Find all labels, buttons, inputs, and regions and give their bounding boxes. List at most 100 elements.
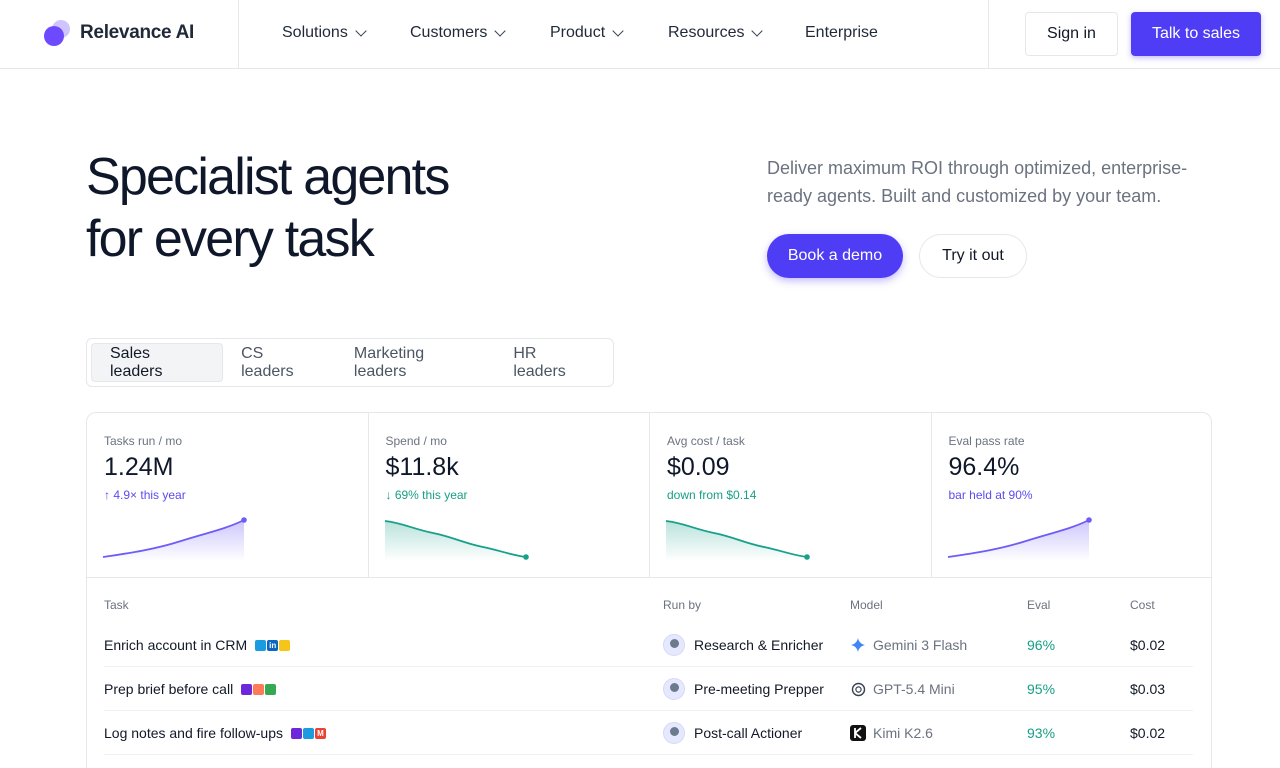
- tab-sales-leaders[interactable]: Sales leaders: [91, 343, 224, 382]
- column-header-task: Task: [104, 598, 129, 612]
- sign-in-button[interactable]: Sign in: [1025, 12, 1118, 56]
- table-row[interactable]: Prep brief before call Pre-meeting Prepp…: [104, 667, 1193, 711]
- agent-name: Pre-meeting Prepper: [694, 681, 824, 697]
- agent-name: Post-call Actioner: [694, 725, 803, 741]
- eval-score: 95%: [1027, 681, 1056, 697]
- stat-delta: ↑ 4.9× this year: [104, 488, 186, 502]
- menu-label: Solutions: [282, 24, 348, 41]
- main-menu: Solutions Customers Product Resources En…: [282, 24, 878, 42]
- sparkline-down: [665, 520, 810, 561]
- stat-delta: bar held at 90%: [948, 488, 1033, 502]
- menu-item-enterprise[interactable]: Enterprise: [805, 24, 878, 42]
- run-by-cell: Pre-meeting Prepper: [663, 667, 824, 711]
- stat-card-spend: Spend / mo $11.8k ↓ 69% this year: [369, 413, 650, 578]
- chevron-down-icon: [612, 25, 624, 37]
- table-row[interactable]: Log notes and fire follow-ups M Post-cal…: [104, 711, 1193, 755]
- gmail-icon: M: [315, 727, 326, 739]
- agent-avatar: [663, 678, 685, 700]
- task-cost: $0.02: [1130, 637, 1166, 653]
- apollo-icon: [279, 639, 291, 651]
- task-name: Log notes and fire follow-ups: [104, 725, 283, 741]
- integration-icons: in: [255, 639, 291, 651]
- agent-avatar: [663, 722, 685, 744]
- agent-name: Research & Enricher: [694, 637, 824, 653]
- kimi-icon: [850, 725, 866, 741]
- gong-icon: [241, 683, 253, 695]
- chevron-down-icon: [751, 25, 764, 37]
- menu-label: Resources: [668, 24, 745, 41]
- stats-row: Tasks run / mo 1.24M ↑ 4.9× this year Sp…: [87, 413, 1212, 578]
- menu-label: Customers: [410, 24, 488, 41]
- salesforce-icon: [255, 639, 267, 651]
- tab-marketing-leaders[interactable]: Marketing leaders: [336, 343, 495, 382]
- gemini-icon: [850, 637, 866, 653]
- salesforce-icon: [303, 727, 314, 739]
- hero-title: Specialist agents for every task: [86, 146, 450, 270]
- relevance-logo-icon: [44, 20, 70, 46]
- stat-value: $0.09: [667, 453, 730, 481]
- task-cost: $0.03: [1130, 681, 1166, 697]
- menu-label: Enterprise: [805, 24, 878, 41]
- run-by-cell: Research & Enricher: [663, 623, 823, 667]
- menu-item-resources[interactable]: Resources: [668, 24, 805, 42]
- sparkline-down: [384, 520, 529, 561]
- nav-divider: [988, 0, 989, 69]
- metrics-panel: Tasks run / mo 1.24M ↑ 4.9× this year Sp…: [86, 412, 1212, 768]
- task-cost: $0.02: [1130, 725, 1166, 741]
- menu-item-product[interactable]: Product: [550, 24, 668, 42]
- model-name: GPT-5.4 Mini: [873, 681, 955, 697]
- task-cell: Enrich account in CRM in: [104, 623, 291, 667]
- openai-icon: [850, 681, 866, 697]
- stat-delta: ↓ 69% this year: [385, 488, 468, 502]
- run-by-cell: Post-call Actioner: [663, 711, 802, 755]
- tab-hr-leaders[interactable]: HR leaders: [495, 343, 609, 382]
- chevron-down-icon: [494, 25, 507, 37]
- chevron-down-icon: [355, 25, 367, 37]
- stat-card-tasks: Tasks run / mo 1.24M ↑ 4.9× this year: [87, 413, 369, 578]
- sparkline-up: [102, 517, 247, 561]
- model-cell: Gemini 3 Flash: [850, 623, 967, 667]
- nav-divider: [238, 0, 239, 69]
- column-header-run-by: Run by: [663, 598, 702, 612]
- brand-name: Relevance AI: [80, 22, 194, 43]
- eval-score: 96%: [1027, 637, 1056, 653]
- column-header-cost: Cost: [1130, 598, 1155, 612]
- integration-icons: M: [291, 727, 326, 739]
- audience-tabs: Sales leaders CS leaders Marketing leade…: [86, 338, 614, 387]
- model-cell: Kimi K2.6: [850, 711, 933, 755]
- stat-label: Spend / mo: [385, 434, 447, 448]
- column-header-model: Model: [850, 598, 883, 612]
- gong-icon: [291, 727, 302, 739]
- task-name: Prep brief before call: [104, 681, 234, 697]
- hero-title-line: for every task: [86, 210, 375, 268]
- task-cell: Prep brief before call: [104, 667, 277, 711]
- menu-item-customers[interactable]: Customers: [410, 24, 550, 42]
- table-row[interactable]: Enrich account in CRM in Research & Enri…: [104, 623, 1193, 667]
- linkedin-icon: in: [267, 639, 279, 651]
- brand-logo-link[interactable]: Relevance AI: [44, 20, 194, 46]
- stat-card-eval: Eval pass rate 96.4% bar held at 90%: [932, 413, 1212, 578]
- sparkline-up: [947, 517, 1092, 561]
- model-name: Gemini 3 Flash: [873, 637, 968, 653]
- task-name: Enrich account in CRM: [104, 637, 248, 653]
- stat-delta: down from $0.14: [667, 488, 757, 502]
- stat-value: $11.8k: [385, 453, 459, 481]
- eval-score: 93%: [1027, 725, 1056, 741]
- task-cell: Log notes and fire follow-ups M: [104, 711, 326, 755]
- stat-label: Eval pass rate: [948, 434, 1025, 448]
- menu-item-solutions[interactable]: Solutions: [282, 24, 410, 42]
- talk-to-sales-button[interactable]: Talk to sales: [1131, 12, 1261, 56]
- try-it-out-button[interactable]: Try it out: [919, 234, 1027, 278]
- tab-cs-leaders[interactable]: CS leaders: [223, 343, 336, 382]
- hero-subtitle: Deliver maximum ROI through optimized, e…: [767, 158, 1188, 206]
- column-header-eval: Eval: [1027, 598, 1051, 612]
- menu-label: Product: [550, 24, 606, 41]
- stat-value: 96.4%: [948, 453, 1020, 481]
- agent-avatar: [663, 634, 685, 656]
- stat-label: Tasks run / mo: [104, 434, 183, 448]
- stat-label: Avg cost / task: [667, 434, 745, 448]
- hero-title-line: Specialist agents: [86, 148, 450, 206]
- book-demo-button[interactable]: Book a demo: [767, 234, 903, 278]
- google-calendar-icon: [265, 683, 277, 695]
- stat-card-avg-cost: Avg cost / task $0.09 down from $0.14: [650, 413, 932, 578]
